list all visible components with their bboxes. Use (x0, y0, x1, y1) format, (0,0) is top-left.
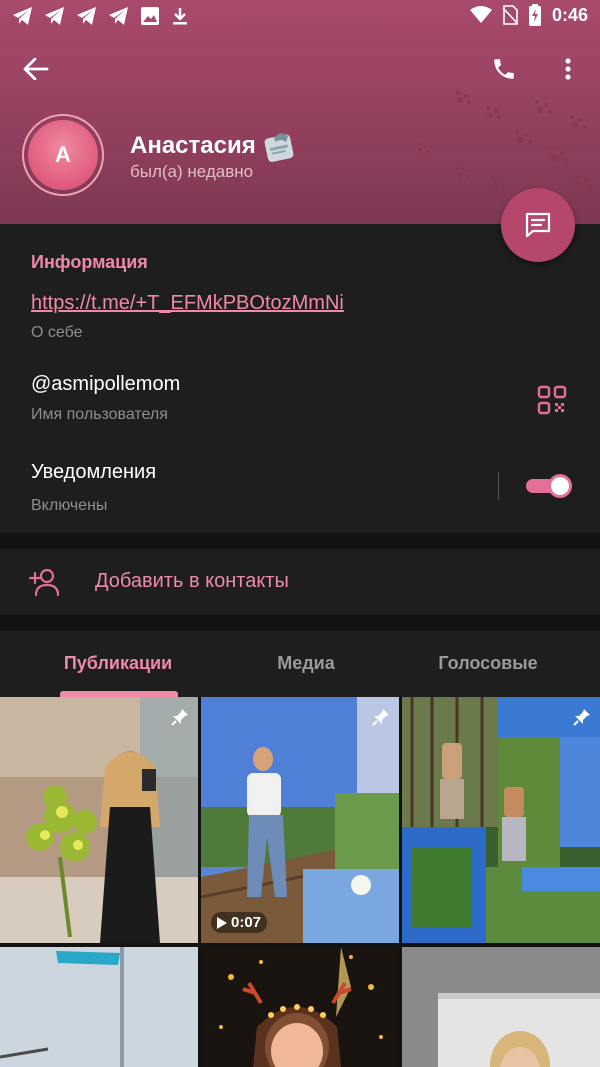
avatar: А (28, 120, 98, 190)
status-bar: 0:46 (0, 0, 600, 34)
photo-girl-on-boardwalk (201, 697, 399, 943)
chat-bubble-icon (525, 212, 551, 238)
clock: 0:46 (551, 4, 588, 25)
add-contact-row[interactable]: Добавить в контакты (0, 549, 600, 615)
photo-flag-sky (0, 947, 198, 1067)
qr-code-icon[interactable] (536, 384, 568, 416)
telegram-icon (109, 7, 128, 25)
notification-icons (12, 6, 190, 26)
video-duration: 0:07 (211, 912, 268, 933)
post-thumbnail[interactable] (402, 947, 600, 1067)
info-section-title: Информация (31, 252, 148, 272)
profile-name-text: Анастасия (130, 132, 256, 159)
photo-forest-collage (402, 697, 600, 943)
media-tabs: Публикации Медиа Голосовые (0, 631, 600, 697)
telegram-icon (45, 7, 64, 25)
tab-media[interactable]: Медиа (236, 653, 376, 674)
add-person-icon (28, 568, 60, 597)
wifi-icon (469, 6, 492, 23)
tab-publications[interactable]: Публикации (0, 653, 236, 674)
image-icon (141, 7, 159, 25)
post-thumbnail[interactable] (0, 697, 198, 943)
notifications-label: Уведомления (31, 461, 157, 483)
pin-icon (372, 709, 389, 726)
tab-voice[interactable]: Голосовые (376, 653, 600, 674)
system-icons: 0:46 (469, 4, 588, 26)
toggle-knob (548, 474, 572, 498)
download-icon (173, 8, 187, 25)
paw-pattern (417, 91, 594, 214)
back-button[interactable] (16, 49, 56, 89)
photo-woman-with-flowers (0, 697, 198, 943)
photo-girl-with-lights (201, 947, 399, 1067)
post-thumbnail[interactable] (402, 697, 600, 943)
post-thumbnail[interactable] (0, 947, 198, 1067)
more-vertical-icon (565, 58, 571, 80)
bio-label: О себе (31, 324, 83, 341)
avatar-ring[interactable]: А (22, 114, 104, 196)
notifications-state: Включены (31, 497, 108, 514)
profile-header: 0:46 А Анастасия был(а) недавно (0, 0, 600, 224)
play-icon (217, 916, 227, 929)
telegram-icon (13, 7, 32, 25)
add-contact-label: Добавить в контакты (95, 570, 289, 592)
info-section: Информация https://t.me/+T_EFMkPBOtozMmN… (0, 224, 600, 533)
no-sim-icon (502, 5, 518, 25)
arrow-left-icon (23, 58, 49, 80)
posts-grid: 0:07 (0, 697, 600, 1067)
profile-name: Анастасия (130, 128, 298, 164)
more-options-button[interactable] (548, 49, 588, 89)
battery-charging-icon (528, 4, 541, 26)
emoji-status-sticker-icon[interactable] (262, 128, 298, 164)
username[interactable]: @asmipollemom (31, 373, 180, 396)
bio-link[interactable]: https://t.me/+T_EFMkPBOtozMmNi (31, 292, 344, 315)
last-seen-status: был(а) недавно (130, 162, 254, 181)
username-label: Имя пользователя (31, 406, 168, 423)
notifications-toggle[interactable] (526, 474, 572, 498)
photo-woman-indoor (402, 947, 600, 1067)
pin-icon (573, 709, 590, 726)
divider (498, 472, 499, 500)
call-button[interactable] (484, 49, 524, 89)
post-thumbnail[interactable] (201, 947, 399, 1067)
send-message-button[interactable] (501, 188, 575, 262)
pin-icon (171, 709, 188, 726)
video-duration-text: 0:07 (231, 914, 262, 931)
post-thumbnail[interactable]: 0:07 (201, 697, 399, 943)
phone-icon (494, 59, 514, 79)
telegram-icon (77, 7, 96, 25)
